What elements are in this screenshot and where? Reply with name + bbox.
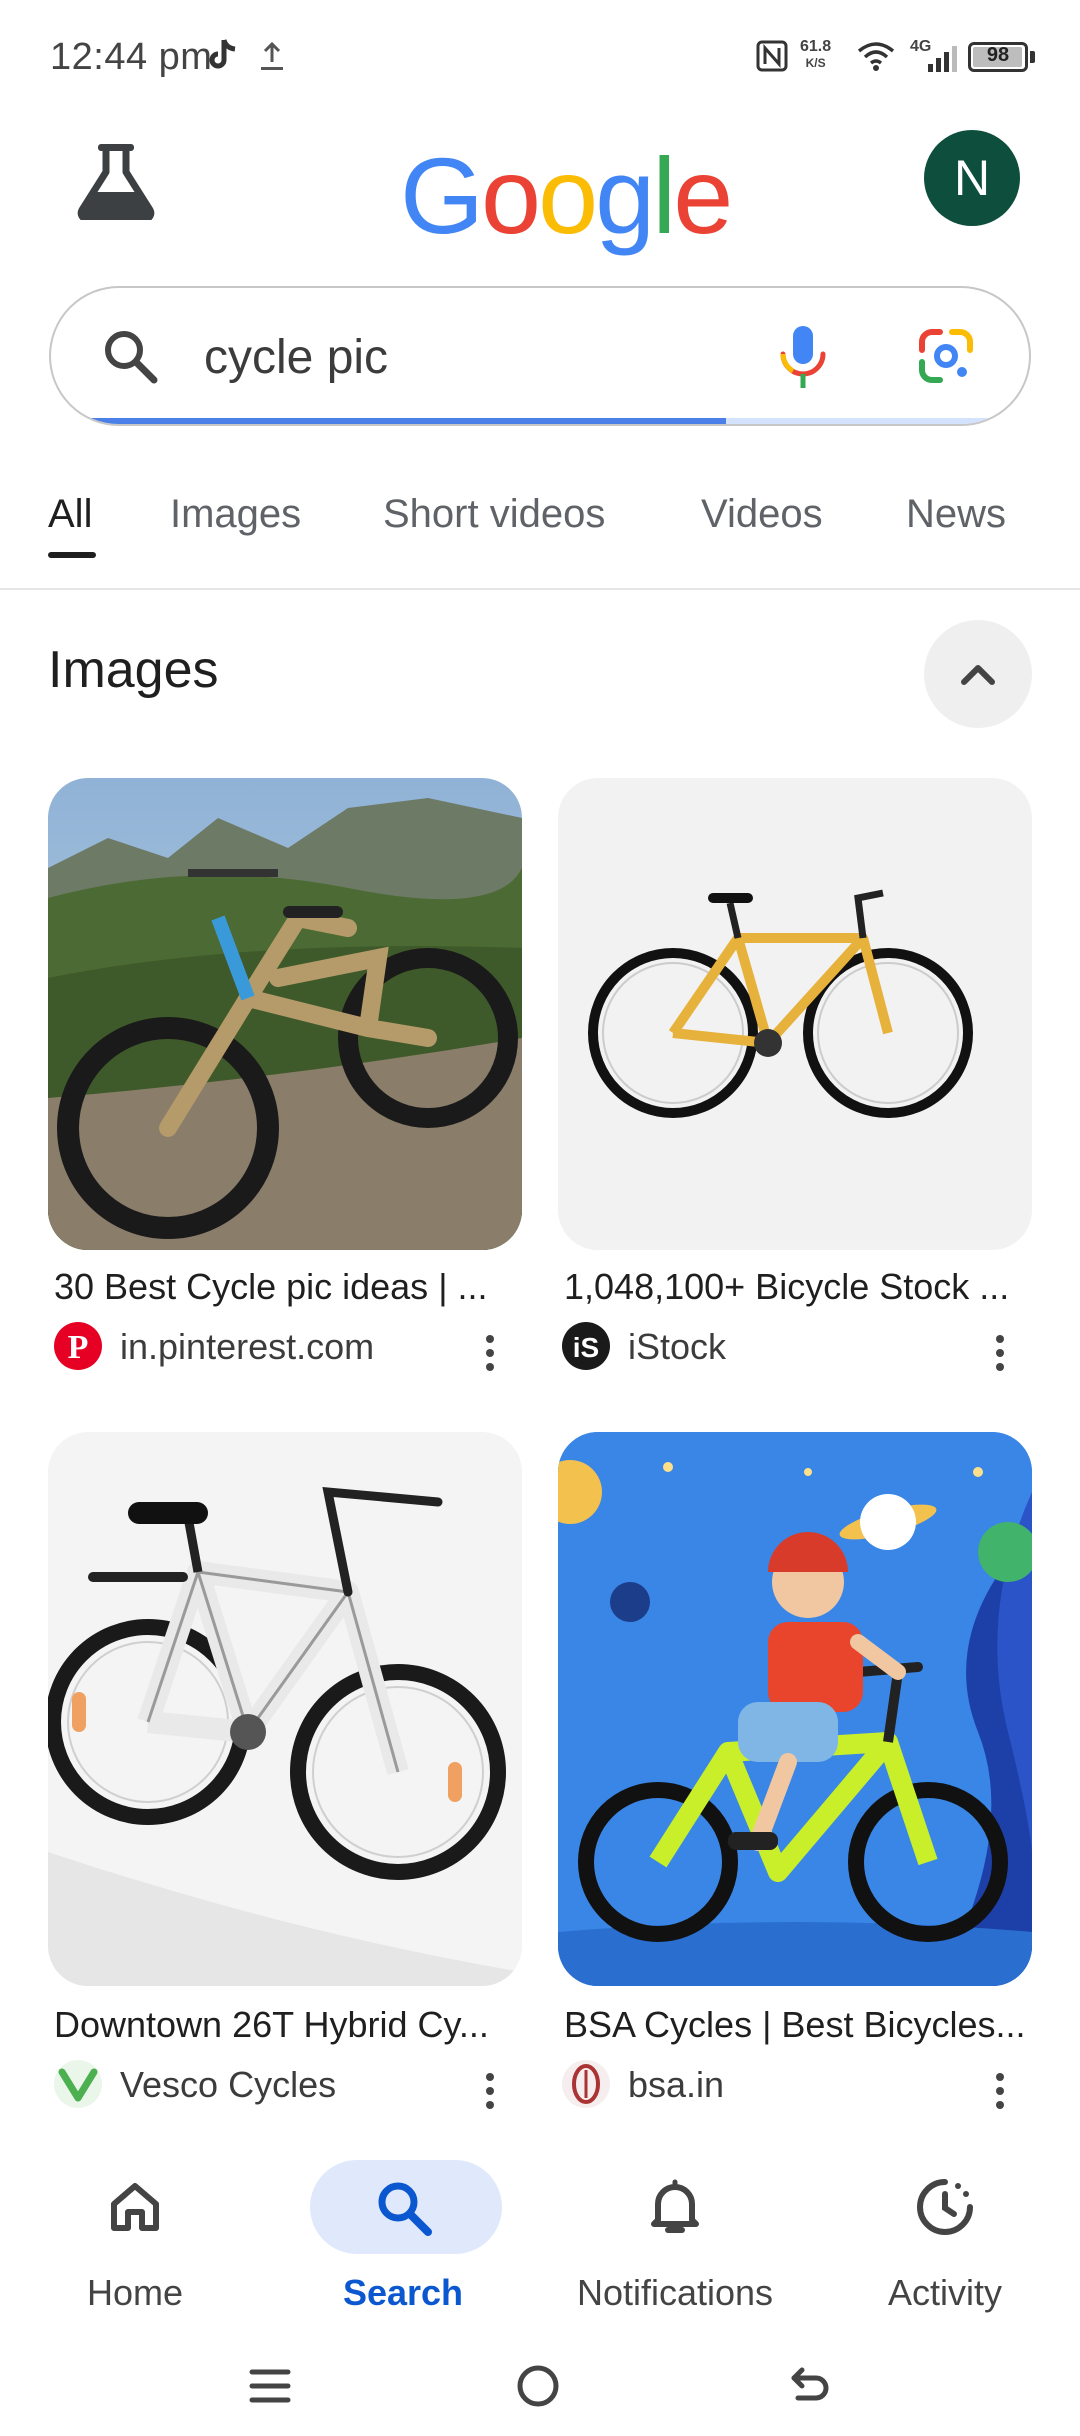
nav-label-home[interactable]: Home [0, 2272, 270, 2314]
more-options-icon[interactable] [994, 1335, 1006, 1377]
chevron-up-icon [961, 665, 995, 685]
search-input[interactable]: cycle pic [204, 330, 388, 385]
image-result-3[interactable] [48, 1432, 522, 1986]
wifi-icon [857, 42, 895, 71]
network-speed: 61.8 K/S [800, 38, 832, 70]
result-title[interactable]: BSA Cycles | Best Bicycles... [564, 2004, 1024, 2046]
result-title[interactable]: 30 Best Cycle pic ideas | ... [54, 1266, 514, 1308]
image-result-1[interactable] [48, 778, 522, 1250]
yellow-bicycle-photo [588, 889, 973, 1118]
svg-text:iS: iS [573, 1332, 599, 1363]
recent-apps-icon[interactable] [248, 2364, 292, 2408]
google-lens-icon[interactable] [916, 326, 976, 386]
status-bar: 12:44 pm 61.8 K/S 4G 98 [0, 0, 1080, 115]
bsa-favicon [562, 2060, 610, 2108]
collapse-button[interactable] [924, 620, 1032, 728]
hybrid-cycle-photo [48, 1486, 522, 1986]
image-result-4[interactable] [558, 1432, 1032, 1986]
divider [0, 588, 1080, 590]
tab-all[interactable]: All [48, 492, 92, 537]
tab-short-videos[interactable]: Short videos [383, 492, 605, 537]
search-icon [378, 2182, 432, 2236]
search-progress-bar [51, 418, 1029, 424]
tab-news[interactable]: News [906, 492, 1006, 537]
result-title[interactable]: 1,048,100+ Bicycle Stock ... [564, 1266, 1024, 1308]
nav-label-notifications[interactable]: Notifications [540, 2272, 810, 2314]
istock-favicon: iS [562, 1322, 610, 1370]
mountain-bike-photo [48, 778, 522, 1250]
search-box[interactable] [49, 286, 1031, 426]
signal-icon [928, 46, 957, 72]
bell-icon [651, 2179, 699, 2233]
upload-icon [261, 41, 283, 70]
home-icon [111, 2183, 159, 2231]
status-time: 12:44 pm [50, 36, 213, 78]
account-avatar[interactable]: N [924, 130, 1020, 226]
history-icon [917, 2179, 973, 2235]
labs-flask-icon[interactable] [76, 140, 156, 220]
home-button-icon[interactable] [514, 2362, 562, 2410]
active-tab-indicator [48, 552, 96, 558]
kids-bicycle-photo [558, 1432, 1032, 1986]
tab-images[interactable]: Images [170, 492, 301, 537]
google-logo: Google [400, 135, 733, 256]
result-title[interactable]: Downtown 26T Hybrid Cy... [54, 2004, 514, 2046]
result-source[interactable]: bsa.in [628, 2064, 724, 2106]
more-options-icon[interactable] [484, 1335, 496, 1377]
system-navigation-bar [0, 2350, 1080, 2436]
nfc-icon [756, 40, 788, 72]
result-source[interactable]: Vesco Cycles [120, 2064, 336, 2106]
more-options-icon[interactable] [484, 2073, 496, 2115]
tiktok-icon [209, 39, 236, 69]
vesco-favicon [54, 2060, 102, 2108]
tab-videos[interactable]: Videos [701, 492, 823, 537]
nav-label-activity[interactable]: Activity [810, 2272, 1080, 2314]
result-source[interactable]: iStock [628, 1326, 726, 1368]
battery-indicator: 98 [968, 42, 1028, 72]
search-icon [105, 331, 158, 384]
more-options-icon[interactable] [994, 2073, 1006, 2115]
search-tabs: All Images Short videos Videos News [0, 470, 1080, 590]
pinterest-favicon: P [54, 1322, 102, 1370]
voice-search-icon[interactable] [778, 324, 828, 392]
svg-text:P: P [68, 1329, 89, 1366]
result-source[interactable]: in.pinterest.com [120, 1326, 374, 1368]
nav-label-search[interactable]: Search [268, 2272, 538, 2314]
image-result-2[interactable] [558, 778, 1032, 1250]
section-title: Images [48, 641, 219, 699]
back-icon[interactable] [786, 2362, 834, 2410]
